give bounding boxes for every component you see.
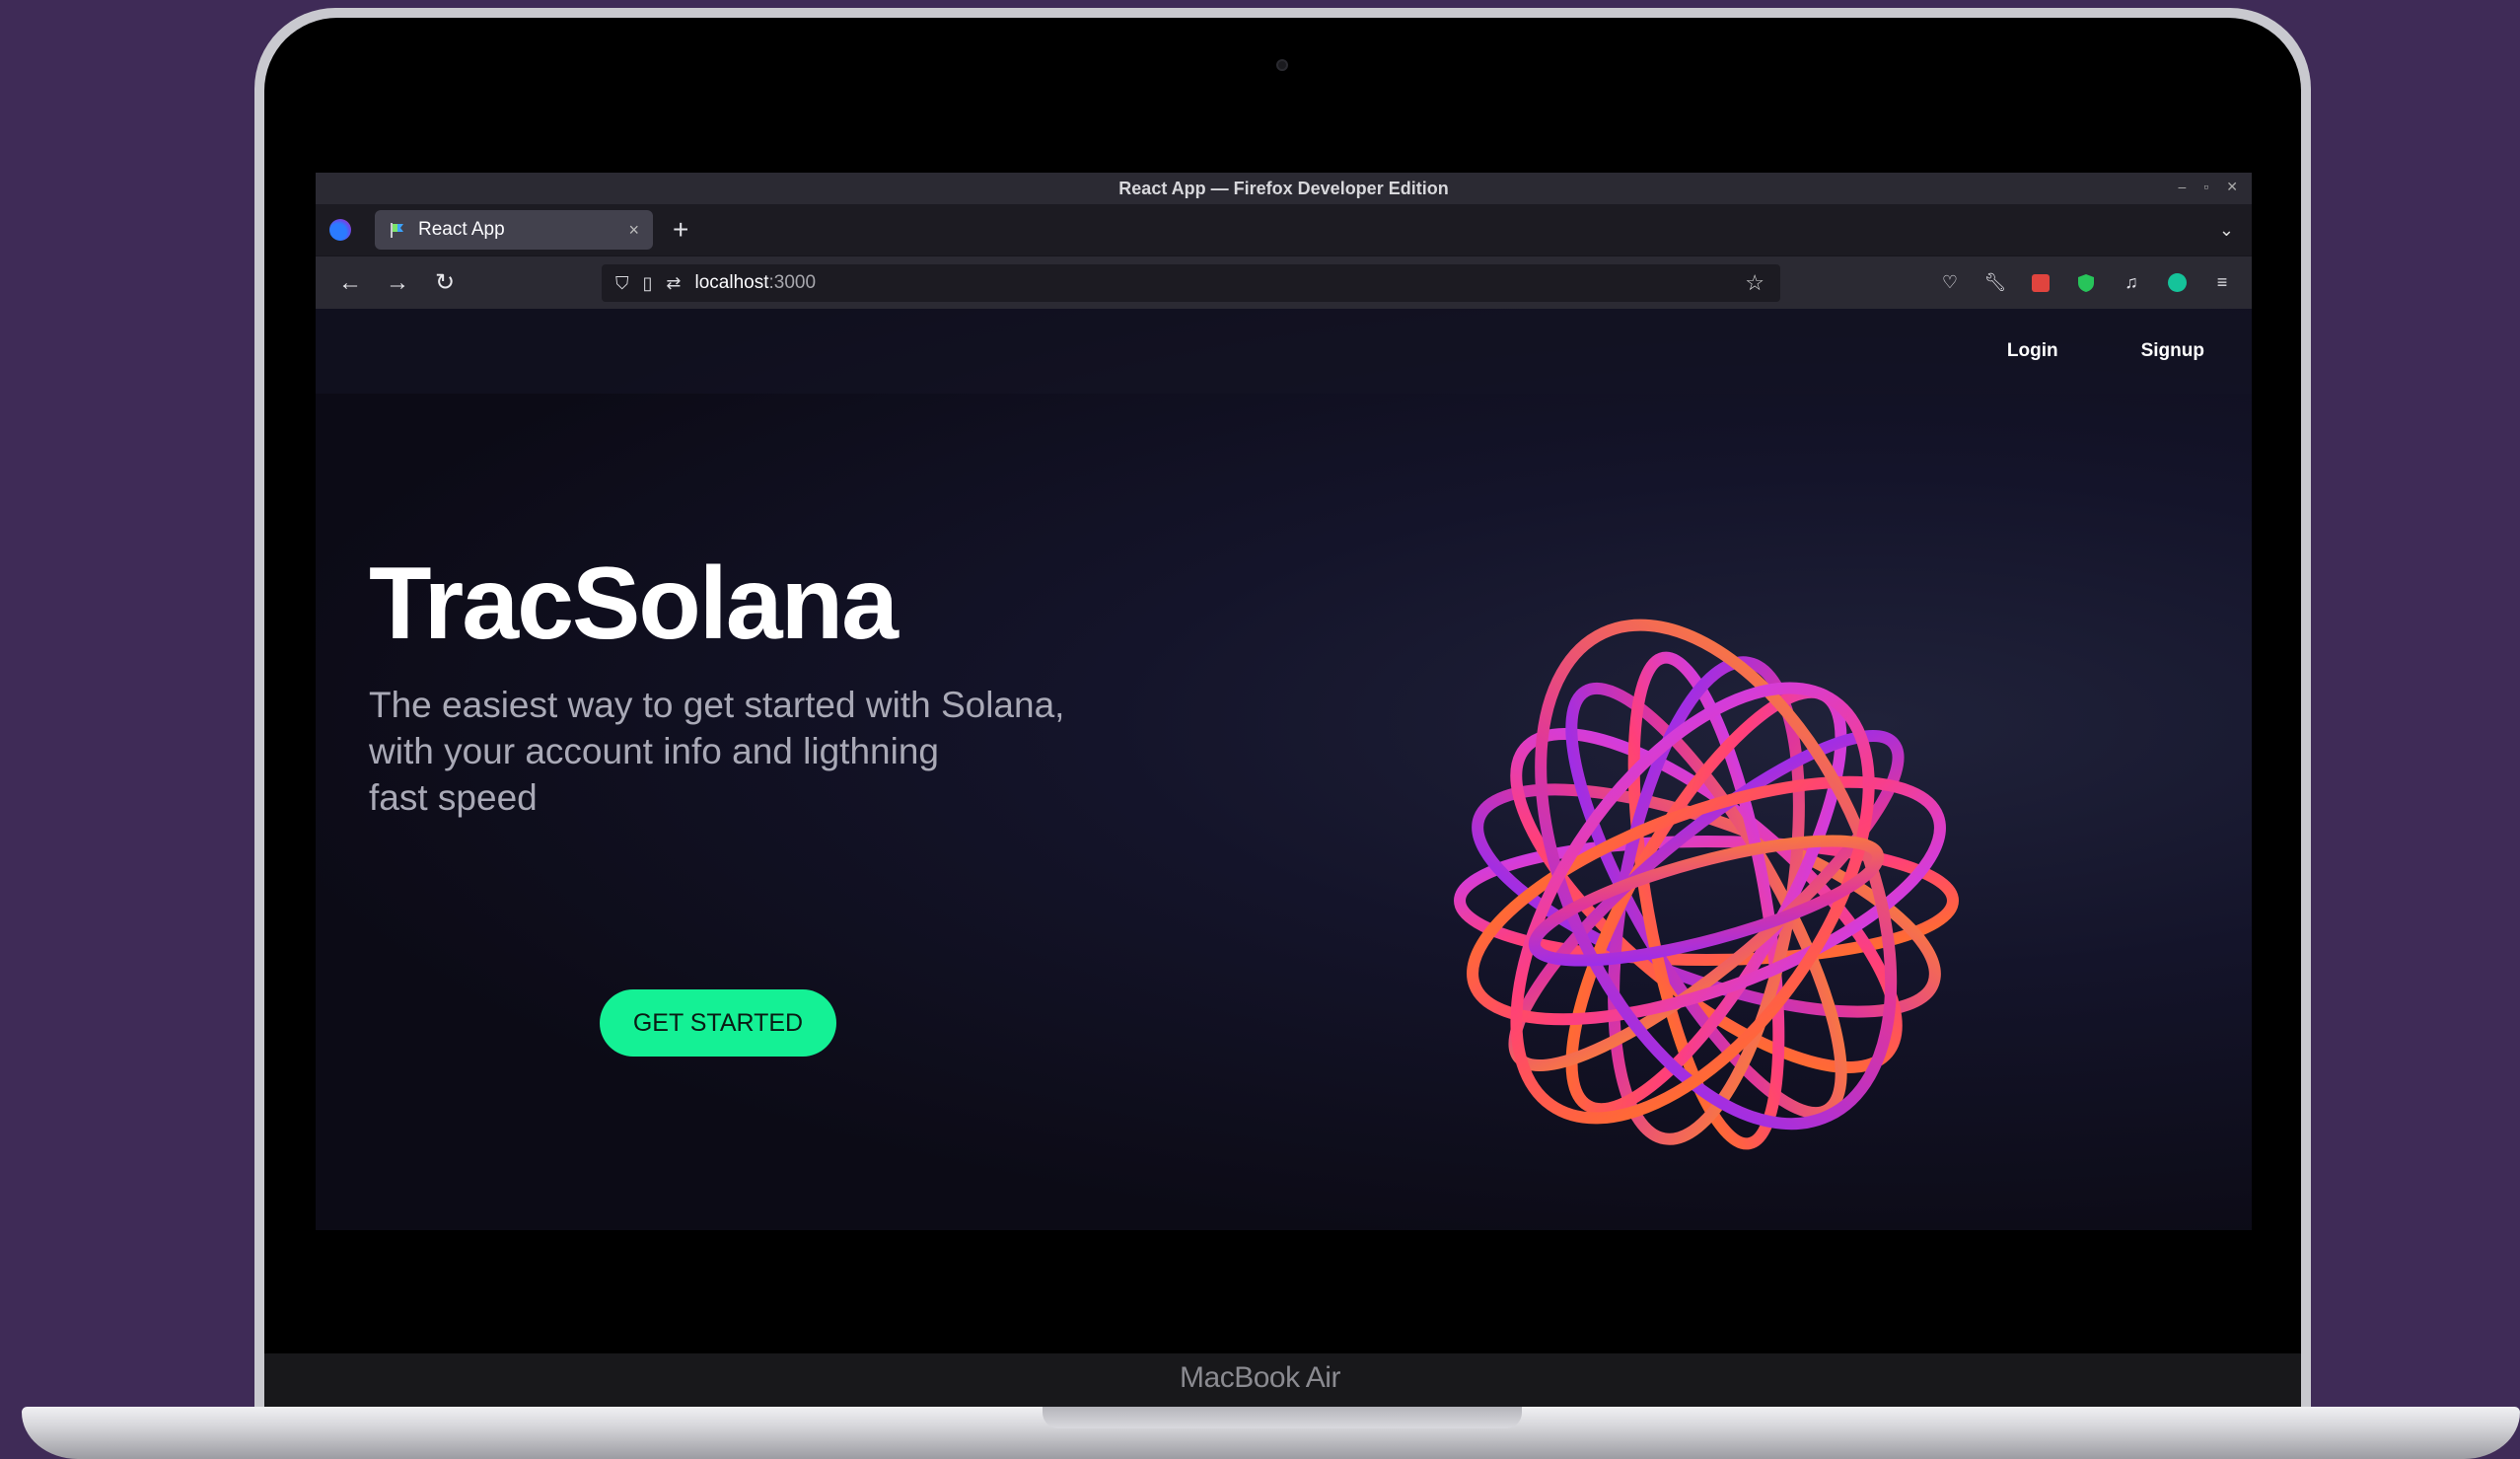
laptop-hinge-notch (1043, 1407, 1522, 1428)
forward-icon[interactable]: → (385, 269, 410, 297)
web-page: Login Signup TracSolana The easiest way … (316, 309, 2252, 1230)
hero-title: TracSolana (369, 547, 899, 661)
camera-icon (1276, 59, 1288, 71)
extension-red-icon[interactable] (2031, 273, 2051, 293)
hero-subtitle-line: The easiest way to get started with Sola… (369, 685, 1065, 725)
page-icon: ▯ (642, 272, 653, 293)
tab-label: React App (418, 219, 505, 240)
laptop-model-label: MacBook Air (1180, 1361, 1340, 1394)
url-port: :3000 (768, 272, 817, 293)
new-tab-button[interactable]: + (673, 214, 688, 246)
extension-green-shield-icon[interactable] (2076, 273, 2096, 293)
url-bar[interactable]: ⛉ ▯ ⇄ localhost:3000 ☆ (602, 264, 1780, 302)
window-controls: – ▫ ✕ (2179, 179, 2239, 195)
close-window-icon[interactable]: ✕ (2226, 179, 2238, 195)
music-icon[interactable]: ♫ (2122, 272, 2141, 293)
reload-icon[interactable]: ↻ (432, 268, 458, 297)
window-title: React App — Firefox Developer Edition (1118, 178, 1449, 198)
firefox-logo-icon (329, 219, 351, 241)
tab-close-icon[interactable]: × (628, 220, 639, 241)
maximize-icon[interactable]: ▫ (2203, 179, 2208, 195)
hero-subtitle: The easiest way to get started with Sola… (369, 682, 1138, 821)
grammarly-icon[interactable] (2167, 273, 2187, 293)
tab-react-app[interactable]: React App × (375, 210, 653, 250)
signup-link[interactable]: Signup (2141, 340, 2204, 362)
window-titlebar: React App — Firefox Developer Edition – … (316, 173, 2252, 204)
star-icon[interactable]: ☆ (1745, 270, 1764, 296)
wrench-icon[interactable]: 🔧︎ (1984, 272, 2007, 293)
tab-bar: React App × + ⌄ (316, 204, 2252, 255)
ribbon-sphere-illustration (1454, 619, 1959, 1150)
hero-subtitle-line: with your account info and ligthning (369, 731, 939, 771)
permissions-icon[interactable]: ⇄ (666, 273, 681, 294)
browser-window: React App — Firefox Developer Edition – … (316, 173, 2252, 1230)
tab-list-button[interactable]: ⌄ (2219, 220, 2234, 241)
toolbar-icons: ♡ 🔧︎ ♫ ≡ (1940, 272, 2232, 293)
menu-icon[interactable]: ≡ (2212, 272, 2232, 293)
minimize-icon[interactable]: – (2179, 179, 2187, 195)
login-link[interactable]: Login (2007, 340, 2058, 362)
navigation-toolbar: ← → ↻ ⛉ ▯ ⇄ localhost:3000 ☆ ♡ 🔧︎ ♫ ≡ (316, 255, 2252, 309)
shield-icon[interactable]: ⛉ (615, 273, 629, 294)
url-host: localhost (694, 272, 769, 293)
page-header: Login Signup (316, 309, 2252, 394)
back-icon[interactable]: ← (337, 269, 363, 297)
hero-subtitle-line: fast speed (369, 777, 538, 818)
get-started-button[interactable]: GET STARTED (600, 989, 836, 1057)
flag-favicon-icon (391, 223, 403, 238)
pocket-icon[interactable]: ♡ (1940, 272, 1960, 293)
